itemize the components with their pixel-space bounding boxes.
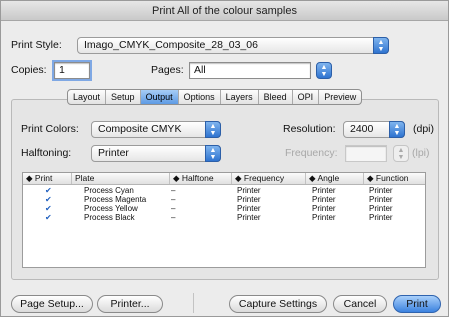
up-down-arrows-icon: ▲ ▼	[320, 64, 328, 78]
angle-cell: Printer	[312, 204, 336, 213]
checkmark-icon[interactable]: ✔	[45, 204, 52, 213]
column-header-print[interactable]: ◆ Print	[23, 173, 71, 184]
window-title: Print All of the colour samples	[1, 1, 448, 21]
print-colors-popup[interactable]: Composite CMYK ▲ ▼	[91, 121, 221, 138]
tab-setup[interactable]: Setup	[106, 90, 141, 104]
column-header-frequency[interactable]: ◆ Frequency	[231, 173, 305, 184]
table-row[interactable]: ✔ Process Black – Printer Printer Printe…	[23, 213, 425, 222]
tab-bar: Layout Setup Output Options Layers Bleed…	[67, 89, 363, 105]
angle-cell: Printer	[312, 186, 336, 195]
copies-field[interactable]: 1	[54, 62, 90, 79]
halftoning-value: Printer	[98, 147, 129, 159]
page-setup-button[interactable]: Page Setup...	[11, 295, 93, 313]
resolution-label: Resolution:	[283, 123, 336, 135]
function-cell: Printer	[369, 213, 393, 222]
tab-opi[interactable]: OPI	[293, 90, 320, 104]
plates-table: ◆ Print Plate ◆ Halftone ◆ Frequency ◆ A…	[22, 172, 426, 268]
table-row[interactable]: ✔ Process Yellow – Printer Printer Print…	[23, 204, 425, 213]
angle-cell: Printer	[312, 213, 336, 222]
pages-menu-button[interactable]: ▲ ▼	[316, 62, 332, 79]
column-header-halftone[interactable]: ◆ Halftone	[169, 173, 231, 184]
checkmark-icon[interactable]: ✔	[45, 213, 52, 222]
copies-label: Copies:	[11, 64, 47, 76]
column-header-angle[interactable]: ◆ Angle	[305, 173, 363, 184]
printer-button[interactable]: Printer...	[97, 295, 163, 313]
resolution-unit: (dpi)	[413, 123, 435, 135]
halftone-cell: –	[171, 213, 176, 222]
cancel-button[interactable]: Cancel	[333, 295, 387, 313]
frequency-cell: Printer	[237, 204, 261, 213]
plate-cell: Process Black	[84, 213, 135, 222]
column-label: Halftone	[181, 173, 214, 183]
table-row[interactable]: ✔ Process Cyan – Printer Printer Printer	[23, 186, 425, 195]
sort-arrows-icon: ◆	[235, 173, 242, 183]
function-cell: Printer	[369, 186, 393, 195]
column-label: Print	[34, 173, 53, 183]
print-style-label: Print Style:	[11, 39, 62, 51]
function-cell: Printer	[369, 204, 393, 213]
up-down-arrows-icon: ▲ ▼	[205, 121, 221, 138]
up-down-arrows-icon: ▲ ▼	[205, 145, 221, 162]
pages-label: Pages:	[151, 64, 184, 76]
column-label: Function	[375, 173, 409, 183]
up-down-arrows-icon: ▲ ▼	[397, 147, 405, 161]
tab-layers[interactable]: Layers	[221, 90, 259, 104]
frequency-stepper[interactable]: ▲ ▼	[393, 145, 409, 162]
halftoning-popup[interactable]: Printer ▲ ▼	[91, 145, 221, 162]
plate-cell: Process Yellow	[84, 204, 138, 213]
plate-cell: Process Magenta	[84, 195, 147, 204]
frequency-cell: Printer	[237, 186, 261, 195]
resolution-value: 2400	[350, 123, 374, 135]
halftoning-label: Halftoning:	[21, 147, 72, 159]
column-label: Plate	[75, 173, 95, 183]
column-label: Frequency	[243, 173, 285, 183]
halftone-cell: –	[171, 186, 176, 195]
sort-arrows-icon: ◆	[173, 173, 180, 183]
sort-arrows-icon: ◆	[367, 173, 374, 183]
button-separator	[193, 293, 194, 313]
plate-cell: Process Cyan	[84, 186, 134, 195]
print-style-value: Imago_CMYK_Composite_28_03_06	[84, 39, 258, 51]
resolution-popup[interactable]: 2400 ▲ ▼	[343, 121, 405, 138]
frequency-unit: (lpi)	[412, 147, 430, 159]
column-label: Angle	[317, 173, 340, 183]
column-header-plate[interactable]: Plate	[71, 173, 169, 184]
print-colors-label: Print Colors:	[21, 123, 79, 135]
up-down-arrows-icon: ▲ ▼	[373, 37, 389, 54]
checkmark-icon[interactable]: ✔	[45, 195, 52, 204]
column-header-function[interactable]: ◆ Function	[363, 173, 425, 184]
tab-bleed[interactable]: Bleed	[259, 90, 293, 104]
print-style-popup[interactable]: Imago_CMYK_Composite_28_03_06 ▲ ▼	[77, 37, 389, 54]
table-header: ◆ Print Plate ◆ Halftone ◆ Frequency ◆ A…	[23, 173, 425, 185]
capture-settings-button[interactable]: Capture Settings	[229, 295, 327, 313]
frequency-field[interactable]	[345, 145, 387, 162]
print-dialog: Print All of the colour samples Print St…	[0, 0, 449, 317]
tab-preview[interactable]: Preview	[319, 90, 361, 104]
pages-field[interactable]: All	[189, 62, 311, 79]
frequency-cell: Printer	[237, 195, 261, 204]
print-button[interactable]: Print	[393, 295, 441, 313]
sort-arrows-icon: ◆	[26, 173, 33, 183]
halftone-cell: –	[171, 195, 176, 204]
table-row[interactable]: ✔ Process Magenta – Printer Printer Prin…	[23, 195, 425, 204]
function-cell: Printer	[369, 195, 393, 204]
sort-arrows-icon: ◆	[309, 173, 316, 183]
print-colors-value: Composite CMYK	[98, 123, 182, 135]
up-down-arrows-icon: ▲ ▼	[389, 121, 405, 138]
frequency-cell: Printer	[237, 213, 261, 222]
angle-cell: Printer	[312, 195, 336, 204]
tab-options[interactable]: Options	[179, 90, 221, 104]
frequency-label: Frequency:	[285, 147, 338, 159]
tab-output[interactable]: Output	[140, 90, 179, 104]
tab-layout[interactable]: Layout	[68, 90, 107, 104]
checkmark-icon[interactable]: ✔	[45, 186, 52, 195]
halftone-cell: –	[171, 204, 176, 213]
